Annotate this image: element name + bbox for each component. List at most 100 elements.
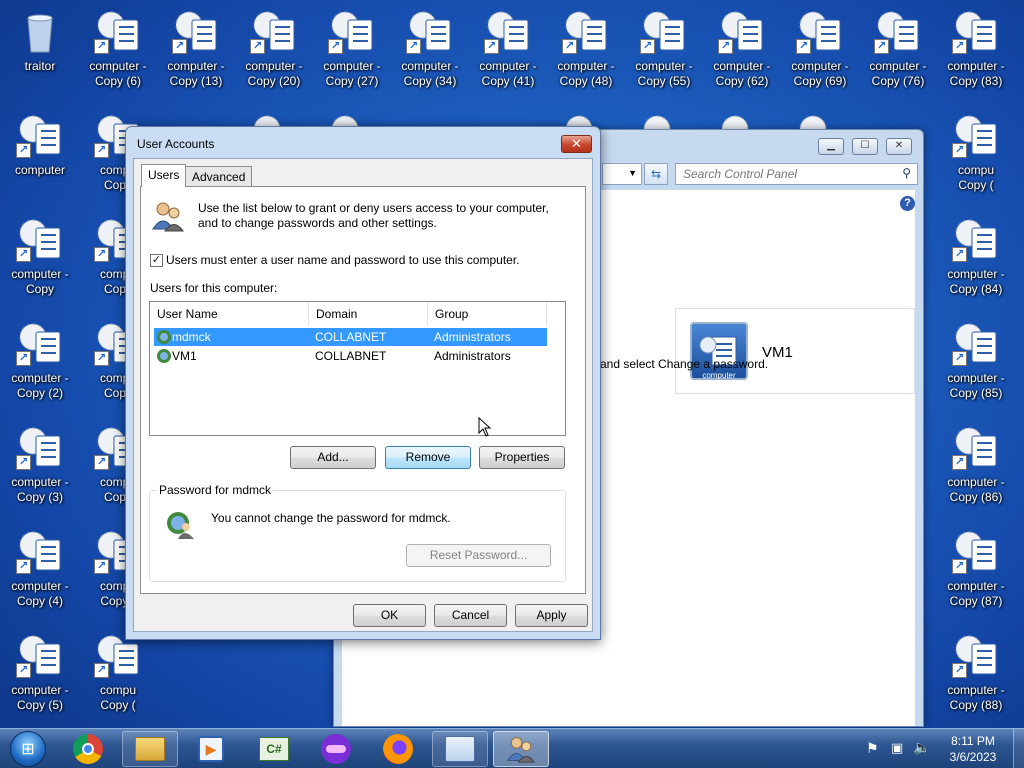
users-list[interactable]: User Name Domain Group mdmck COLLABNET A… bbox=[149, 301, 566, 436]
search-icon[interactable]: ⚲ bbox=[902, 166, 911, 180]
taskbar-user-accounts[interactable] bbox=[493, 731, 549, 767]
desktop-icon-image: ↗ bbox=[16, 216, 64, 264]
dialog-title: User Accounts bbox=[137, 137, 215, 151]
column-domain[interactable]: Domain bbox=[309, 302, 428, 326]
column-group[interactable]: Group bbox=[428, 302, 547, 326]
desktop-icon-label: computer - Copy (2) bbox=[11, 371, 69, 400]
shortcut-arrow-icon: ↗ bbox=[16, 559, 31, 574]
column-user-name[interactable]: User Name bbox=[150, 302, 309, 326]
desktop-shortcut[interactable]: ↗ computer - Copy (34) bbox=[392, 2, 468, 98]
address-dropdown[interactable]: ▼ bbox=[602, 163, 642, 185]
desktop-shortcut[interactable]: ↗ computer - Copy (86) bbox=[938, 418, 1014, 514]
desktop-shortcut[interactable]: ↗ computer - Copy bbox=[2, 210, 78, 306]
desktop-shortcut[interactable]: ↗ computer - Copy (20) bbox=[236, 2, 312, 98]
desktop-shortcut[interactable]: ↗ computer - Copy (4) bbox=[2, 522, 78, 618]
desktop-icon-image: ↗ bbox=[562, 8, 610, 56]
shortcut-arrow-icon: ↗ bbox=[952, 351, 967, 366]
properties-button[interactable]: Properties bbox=[479, 446, 565, 469]
table-row[interactable]: mdmck COLLABNET Administrators bbox=[154, 328, 547, 346]
desktop-shortcut[interactable]: ↗ computer - Copy (2) bbox=[2, 314, 78, 410]
desktop-shortcut[interactable]: ↗ computer - Copy (69) bbox=[782, 2, 858, 98]
must-login-label[interactable]: Users must enter a user name and passwor… bbox=[166, 253, 520, 267]
desktop-shortcut[interactable]: ↗ computer - Copy (41) bbox=[470, 2, 546, 98]
desktop-shortcut[interactable]: ↗ computer bbox=[2, 106, 78, 202]
start-button[interactable]: ⊞ bbox=[2, 731, 54, 767]
help-icon[interactable]: ? bbox=[900, 196, 915, 211]
desktop-icon-label: computer - Copy (84) bbox=[947, 267, 1005, 296]
taskbar-csharp-editor[interactable]: C# bbox=[246, 731, 302, 767]
search-input[interactable]: Search Control Panel ⚲ bbox=[675, 163, 918, 185]
shortcut-arrow-icon: ↗ bbox=[952, 247, 967, 262]
cancel-button[interactable]: Cancel bbox=[434, 604, 507, 627]
desktop-shortcut[interactable]: ↗ computer - Copy (6) bbox=[80, 2, 156, 98]
must-login-checkbox[interactable]: ✓ bbox=[150, 254, 163, 267]
desktop-shortcut[interactable]: ↗ computer - Copy (85) bbox=[938, 314, 1014, 410]
taskbar-chrome[interactable] bbox=[60, 731, 116, 767]
account-tile[interactable]: computer VM1 bbox=[675, 308, 915, 394]
desktop-icon-label: computer - Copy (13) bbox=[167, 59, 225, 88]
close-button[interactable]: ✕ bbox=[886, 138, 912, 155]
desktop-shortcut[interactable]: ↗ compu Copy ( bbox=[938, 106, 1014, 202]
user-accounts-dialog[interactable]: User Accounts ✕ Users Advanced Use the l… bbox=[125, 126, 601, 640]
desktop-icon-label: computer - Copy (4) bbox=[11, 579, 69, 608]
desktop-icon-label: computer - Copy (48) bbox=[557, 59, 615, 88]
desktop-icon-label: computer - Copy (3) bbox=[11, 475, 69, 504]
desktop-shortcut[interactable]: ↗ computer - Copy (27) bbox=[314, 2, 390, 98]
taskbar-incognito-browser[interactable] bbox=[308, 731, 364, 767]
shortcut-arrow-icon: ↗ bbox=[16, 663, 31, 678]
chrome-icon bbox=[73, 734, 103, 764]
desktop-icon-image: ↗ bbox=[16, 320, 64, 368]
volume-icon[interactable]: 🔈 bbox=[913, 739, 930, 756]
desktop-shortcut[interactable]: ↗ computer - Copy (3) bbox=[2, 418, 78, 514]
taskbar-firefox[interactable] bbox=[370, 731, 426, 767]
desktop-shortcut[interactable]: ↗ compu Copy ( bbox=[80, 626, 156, 722]
remove-user-button[interactable]: Remove bbox=[385, 446, 471, 469]
show-desktop-button[interactable] bbox=[1013, 729, 1024, 768]
shortcut-arrow-icon: ↗ bbox=[406, 39, 421, 54]
folder-icon bbox=[135, 737, 165, 761]
desktop-shortcut[interactable]: ↗ computer - Copy (76) bbox=[860, 2, 936, 98]
maximize-button[interactable]: ☐ bbox=[852, 138, 878, 155]
ok-button[interactable]: OK bbox=[353, 604, 426, 627]
close-button[interactable]: ✕ bbox=[561, 135, 592, 153]
tab-advanced[interactable]: Advanced bbox=[185, 166, 253, 187]
refresh-icon[interactable]: ⇆ bbox=[644, 163, 668, 185]
clock-time[interactable]: 8:11 PM bbox=[938, 734, 1008, 748]
shortcut-arrow-icon: ↗ bbox=[952, 143, 967, 158]
apply-button[interactable]: Apply bbox=[515, 604, 588, 627]
table-row[interactable]: VM1 COLLABNET Administrators bbox=[154, 347, 547, 365]
add-user-button[interactable]: Add... bbox=[290, 446, 376, 469]
desktop-icon-label: computer - Copy (6) bbox=[89, 59, 147, 88]
desktop-shortcut[interactable]: ↗ computer - Copy (84) bbox=[938, 210, 1014, 306]
shortcut-arrow-icon: ↗ bbox=[16, 455, 31, 470]
desktop-shortcut[interactable]: ↗ computer - Copy (88) bbox=[938, 626, 1014, 722]
desktop-shortcut[interactable]: ↗ computer - Copy (62) bbox=[704, 2, 780, 98]
media-player-icon: ▶ bbox=[198, 736, 224, 762]
desktop-shortcut[interactable]: ↗ computer - Copy (48) bbox=[548, 2, 624, 98]
clock-date[interactable]: 3/6/2023 bbox=[938, 750, 1008, 764]
network-icon[interactable]: ▣ bbox=[891, 740, 903, 756]
reset-password-button[interactable]: Reset Password... bbox=[406, 544, 551, 567]
shortcut-arrow-icon: ↗ bbox=[250, 39, 265, 54]
tab-users[interactable]: Users bbox=[141, 164, 187, 187]
minimize-button[interactable]: ▁ bbox=[818, 138, 844, 155]
desktop-icon-label: computer - Copy (20) bbox=[245, 59, 303, 88]
taskbar-media-player[interactable]: ▶ bbox=[183, 731, 239, 767]
action-center-flag-icon[interactable]: ⚑ bbox=[866, 740, 879, 757]
recycle-bin-shortcut[interactable]: traitor bbox=[2, 2, 78, 98]
desktop-icon-image: ↗ bbox=[16, 528, 64, 576]
taskbar-file-explorer[interactable] bbox=[122, 731, 178, 767]
desktop-icon-image bbox=[16, 8, 64, 56]
desktop-shortcut[interactable]: ↗ computer - Copy (83) bbox=[938, 2, 1014, 98]
shortcut-arrow-icon: ↗ bbox=[94, 39, 109, 54]
desktop-icon-image: ↗ bbox=[16, 632, 64, 680]
desktop-shortcut[interactable]: ↗ computer - Copy (13) bbox=[158, 2, 234, 98]
desktop-icon-image: ↗ bbox=[16, 424, 64, 472]
taskbar-control-panel[interactable] bbox=[432, 731, 488, 767]
shortcut-arrow-icon: ↗ bbox=[94, 559, 109, 574]
desktop-icon-image: ↗ bbox=[484, 8, 532, 56]
desktop-shortcut[interactable]: ↗ computer - Copy (87) bbox=[938, 522, 1014, 618]
desktop-shortcut[interactable]: ↗ computer - Copy (5) bbox=[2, 626, 78, 722]
desktop-shortcut[interactable]: ↗ computer - Copy (55) bbox=[626, 2, 702, 98]
desktop-icon-label: computer - Copy (87) bbox=[947, 579, 1005, 608]
